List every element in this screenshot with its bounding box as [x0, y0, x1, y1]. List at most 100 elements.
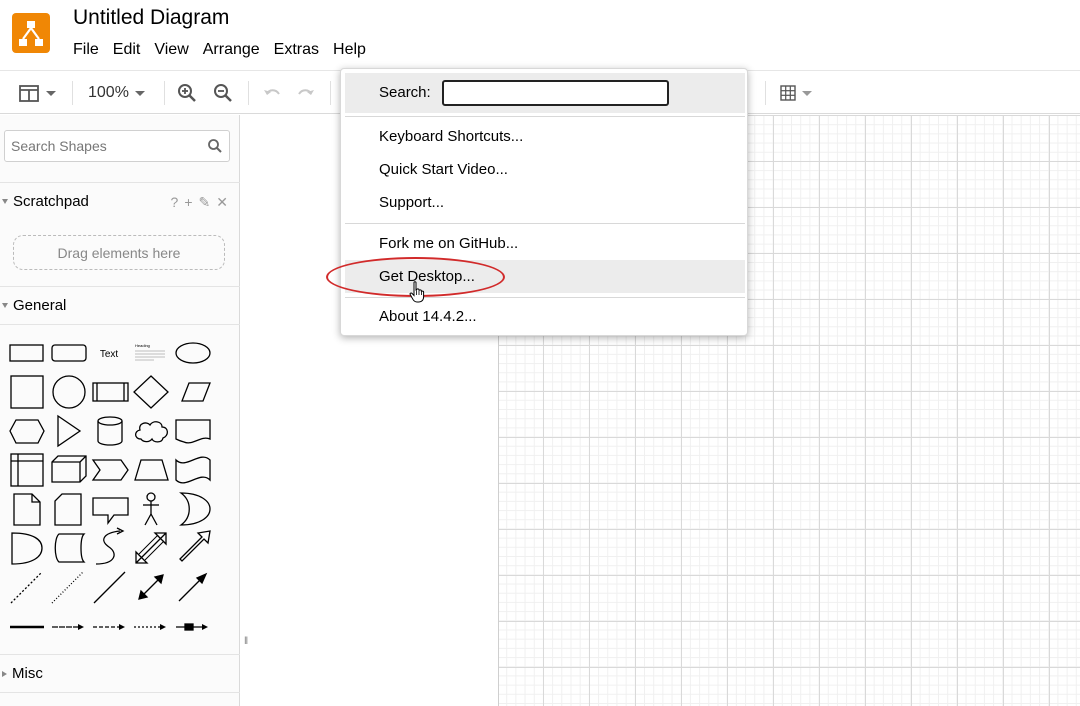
close-icon[interactable]: ✕	[216, 194, 228, 211]
zoom-select[interactable]: 100%	[88, 71, 145, 115]
help-search-row: Search:	[345, 73, 745, 113]
menu-view[interactable]: View	[148, 41, 194, 59]
line-shape[interactable]	[93, 571, 126, 604]
menu-item-about[interactable]: About 14.4.2...	[345, 300, 745, 333]
add-icon[interactable]: +	[184, 194, 192, 211]
hand-cursor-icon	[409, 281, 425, 303]
dotted-arrow-shape[interactable]	[134, 624, 166, 630]
callout-shape[interactable]	[92, 497, 129, 525]
trapezoid-shape[interactable]	[134, 459, 169, 481]
arrow-connector-shape[interactable]	[52, 624, 84, 630]
zoom-out-icon	[214, 84, 232, 102]
menu-item-quick-start-video[interactable]: Quick Start Video...	[345, 153, 745, 186]
dashed-arrow-shape[interactable]	[93, 624, 125, 630]
table-icon	[780, 85, 796, 101]
zoom-out-button[interactable]	[213, 71, 233, 115]
general-shapes-palette: Text Heading	[9, 342, 211, 631]
rounded-rectangle-shape[interactable]	[51, 344, 87, 362]
general-label: General	[13, 297, 67, 314]
misc-header[interactable]: Misc	[0, 654, 240, 692]
diamond-shape[interactable]	[133, 375, 169, 409]
or-shape[interactable]	[179, 492, 211, 526]
ellipse-shape[interactable]	[175, 342, 211, 364]
menu-extras[interactable]: Extras	[268, 41, 325, 59]
actor-shape[interactable]	[143, 492, 159, 526]
dashed-line-shape[interactable]	[10, 571, 43, 604]
menu-item-support[interactable]: Support...	[345, 186, 745, 219]
drop-hint: Drag elements here	[57, 244, 181, 261]
tape-shape[interactable]	[175, 456, 211, 484]
layout-panel-icon	[19, 85, 39, 102]
toolbar-divider	[765, 81, 766, 105]
cylinder-shape[interactable]	[97, 416, 123, 446]
help-search-input[interactable]	[442, 80, 669, 106]
zoom-value: 100%	[88, 84, 129, 101]
collapse-triangle-icon	[2, 199, 8, 204]
card-shape[interactable]	[54, 493, 82, 526]
scratchpad-tools: ? + ✎ ✕	[171, 194, 228, 211]
general-header[interactable]: General	[0, 286, 240, 324]
table-button[interactable]	[780, 71, 812, 115]
directional-connector-shape[interactable]	[178, 572, 208, 602]
help-menu-dropdown: Search: Keyboard Shortcuts... Quick Star…	[326, 68, 748, 336]
cube-shape[interactable]	[51, 455, 87, 483]
search-icon[interactable]	[207, 138, 223, 154]
menu-help[interactable]: Help	[327, 41, 372, 59]
toolbar-divider	[248, 81, 249, 105]
chevron-down-icon	[134, 90, 145, 96]
chevron-down-icon	[46, 90, 56, 96]
misc-label: Misc	[12, 665, 43, 682]
redo-button[interactable]	[296, 71, 316, 115]
textbox-shape[interactable]: Heading	[135, 343, 165, 361]
scratchpad-drop-zone[interactable]: Drag elements here	[13, 235, 225, 270]
menu-bar: File Edit View Arrange Extras Help	[73, 41, 374, 59]
document-title[interactable]: Untitled Diagram	[73, 6, 229, 30]
hexagon-shape[interactable]	[9, 419, 45, 444]
menu-separator	[345, 223, 745, 224]
menu-item-keyboard-shortcuts[interactable]: Keyboard Shortcuts...	[345, 120, 745, 153]
sidebar-resize-handle[interactable]: ǁ	[244, 636, 248, 647]
circle-shape[interactable]	[52, 375, 86, 409]
section-divider	[0, 324, 240, 325]
note-shape[interactable]	[13, 493, 41, 526]
labeled-connector-shape[interactable]	[176, 623, 208, 631]
edit-icon[interactable]: ✎	[199, 194, 211, 211]
document-shape[interactable]	[175, 419, 211, 444]
rectangle-shape[interactable]	[9, 344, 44, 362]
parallelogram-shape[interactable]	[181, 382, 211, 402]
dotted-line-shape[interactable]	[51, 571, 84, 604]
menu-arrange[interactable]: Arrange	[197, 41, 266, 59]
expand-triangle-icon	[2, 670, 7, 677]
cloud-shape[interactable]	[134, 421, 169, 443]
view-panels-button[interactable]	[18, 71, 56, 115]
drawio-logo[interactable]	[12, 13, 50, 53]
bidirectional-connector-shape[interactable]	[138, 574, 164, 600]
data-storage-shape[interactable]	[54, 533, 86, 563]
text-shape[interactable]: Text	[100, 349, 119, 360]
menu-edit[interactable]: Edit	[107, 41, 147, 59]
toolbar-divider	[164, 81, 165, 105]
chevron-down-icon	[802, 90, 812, 96]
scratchpad-header[interactable]: Scratchpad ? + ✎ ✕	[0, 182, 240, 220]
undo-icon	[264, 89, 280, 95]
undo-button[interactable]	[262, 71, 282, 115]
shape-search-input[interactable]	[11, 137, 201, 155]
delay-shape[interactable]	[11, 532, 43, 565]
section-divider	[0, 692, 240, 693]
single-arrow-shape[interactable]	[179, 530, 211, 562]
zoom-in-button[interactable]	[177, 71, 197, 115]
menu-file[interactable]: File	[73, 41, 105, 59]
triangle-shape[interactable]	[57, 414, 82, 448]
toolbar-divider	[330, 81, 331, 105]
redo-icon	[298, 89, 314, 95]
help-icon[interactable]: ?	[171, 194, 179, 211]
menu-item-fork-github[interactable]: Fork me on GitHub...	[345, 227, 745, 260]
internal-storage-shape[interactable]	[10, 453, 44, 487]
zoom-in-icon	[178, 84, 196, 102]
curve-connector-shape[interactable]	[95, 527, 125, 565]
process-shape[interactable]	[92, 382, 129, 402]
drawio-app: Untitled Diagram File Edit View Arrange …	[0, 0, 1080, 706]
square-shape[interactable]	[10, 375, 44, 409]
bidirectional-arrow-shape[interactable]	[135, 532, 167, 564]
step-shape[interactable]	[91, 459, 129, 481]
